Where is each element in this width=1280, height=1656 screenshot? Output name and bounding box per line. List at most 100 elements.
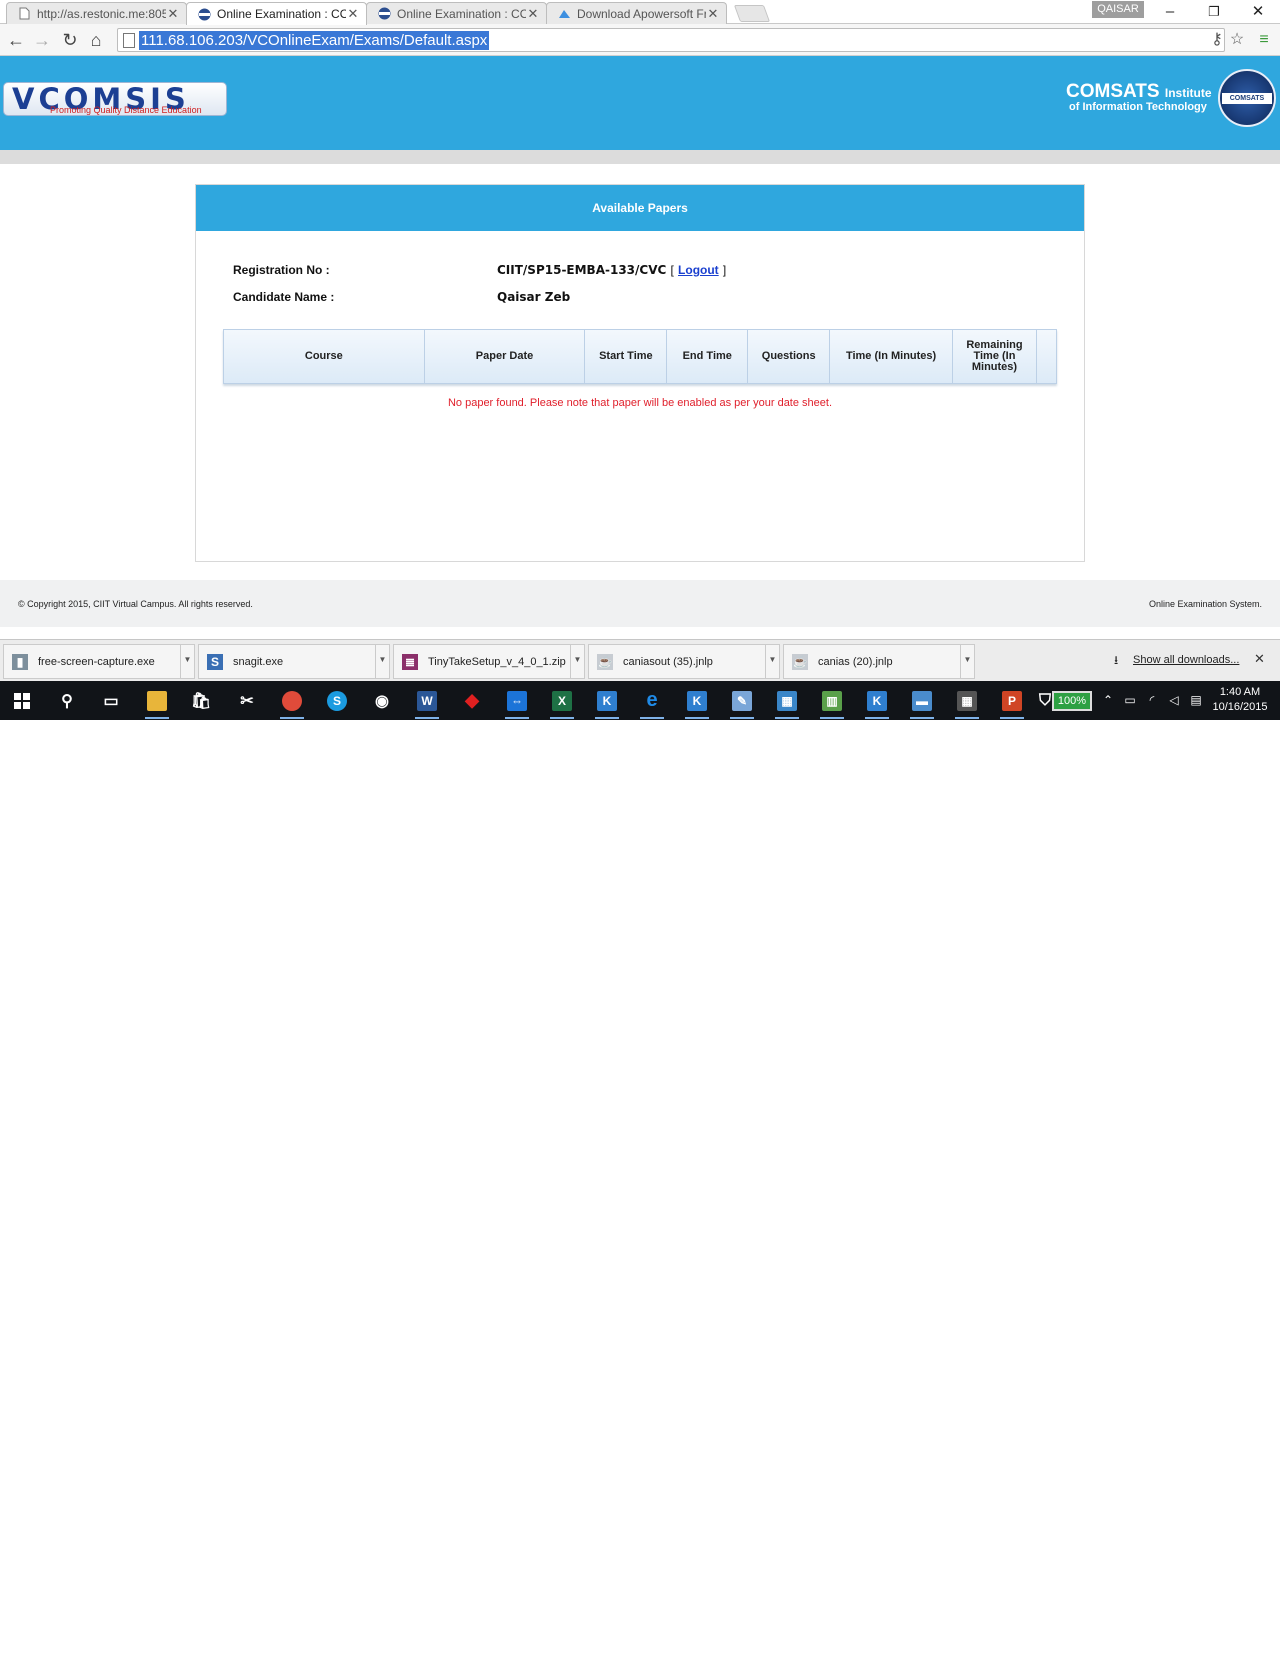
institute-word: Institute <box>1164 86 1212 100</box>
tools-icon[interactable]: ✂ <box>232 686 262 715</box>
download-item[interactable]: ☕ canias (20).jnlp ▼ <box>783 644 975 679</box>
app-k-icon[interactable]: K <box>682 686 712 719</box>
reload-icon[interactable]: ↻ <box>59 29 81 51</box>
download-name: caniasout (35).jnlp <box>623 655 713 668</box>
store-icon[interactable]: 🛍 <box>186 686 216 715</box>
download-item[interactable]: ☕ caniasout (35).jnlp ▼ <box>588 644 780 679</box>
no-paper-message: No paper found. Please note that paper w… <box>447 397 833 409</box>
app-k-icon[interactable]: K <box>592 686 622 719</box>
screen-app-icon[interactable]: ▬ <box>907 686 937 719</box>
table-header-row: Course Paper Date Start Time End Time Qu… <box>223 329 1057 384</box>
chrome-icon[interactable] <box>277 686 307 719</box>
window-close-icon[interactable]: ✕ <box>1236 0 1280 24</box>
excel-icon[interactable]: X <box>547 686 577 719</box>
network-icon[interactable]: ▭ <box>1122 691 1138 709</box>
column-start-time: Start Time <box>584 329 668 384</box>
browser-tab-3[interactable]: Online Examination : COM ✕ <box>366 2 547 24</box>
app-k-icon[interactable]: K <box>862 686 892 719</box>
chevron-down-icon[interactable]: ▼ <box>960 645 974 678</box>
chevron-down-icon[interactable]: ▼ <box>765 645 779 678</box>
chevron-down-icon[interactable]: ▼ <box>180 645 194 678</box>
institute-name: COMSATS Institute <box>1066 81 1212 103</box>
tab-title: Online Examination : COM <box>397 6 526 21</box>
teamviewer-icon[interactable]: ⇔ <box>502 686 532 719</box>
column-course: Course <box>223 329 425 384</box>
download-item[interactable]: ≣ TinyTakeSetup_v_4_0_1.zip ▼ <box>393 644 585 679</box>
url-text[interactable]: 111.68.106.203/VCOnlineExam/Exams/Defaul… <box>139 31 490 50</box>
calculator-icon[interactable]: ▦ <box>952 686 982 719</box>
word-icon[interactable]: W <box>412 686 442 719</box>
vcomsis-logo[interactable]: VCOMSIS Promoting Quality Distance Educa… <box>3 82 227 116</box>
clock-time: 1:40 AM <box>1219 686 1261 698</box>
institute-subtitle: of Information Technology <box>1069 101 1207 113</box>
column-spacer <box>1036 330 1056 384</box>
header-divider <box>0 150 1280 164</box>
minimize-icon[interactable]: – <box>1148 0 1192 24</box>
chevron-up-icon[interactable]: ⌃ <box>1100 691 1116 709</box>
registration-value-line: CIIT/SP15-EMBA-133/CVC [ Logout ] <box>497 263 726 277</box>
browser-tab-1[interactable]: http://as.restonic.me:8050 ✕ <box>6 2 187 24</box>
clock[interactable]: 1:40 AM 10/16/2015 <box>1208 685 1272 715</box>
skype-icon[interactable]: S <box>322 686 352 715</box>
screen: http://as.restonic.me:8050 ✕ Online Exam… <box>0 0 1280 720</box>
profile-button[interactable]: QAISAR <box>1092 1 1144 18</box>
new-tab-button[interactable] <box>733 5 771 22</box>
close-icon[interactable]: ✕ <box>166 6 180 22</box>
search-icon[interactable]: ⚲ <box>52 686 82 715</box>
close-icon[interactable]: ✕ <box>706 6 720 22</box>
download-item[interactable]: ▮ free-screen-capture.exe ▼ <box>3 644 195 679</box>
back-arrow-icon[interactable]: ← <box>5 29 27 51</box>
wifi-icon[interactable]: ◜ <box>1144 691 1160 709</box>
browser-tab-2[interactable]: Online Examination : COM ✕ <box>186 2 367 25</box>
download-name: free-screen-capture.exe <box>38 655 155 668</box>
globe-icon <box>377 7 391 21</box>
column-paper-date: Paper Date <box>424 329 586 384</box>
key-icon[interactable]: ⚷ <box>1206 29 1228 51</box>
close-icon[interactable]: ✕ <box>526 6 540 22</box>
home-icon[interactable]: ⌂ <box>85 29 107 51</box>
logout-link[interactable]: Logout <box>678 263 719 277</box>
download-item[interactable]: S snagit.exe ▼ <box>198 644 390 679</box>
edge-icon[interactable]: e <box>637 686 667 719</box>
available-papers-panel: Available Papers Registration No : CIIT/… <box>195 184 1085 562</box>
windows-start-icon[interactable] <box>7 686 37 715</box>
jnlp-file-icon: ☕ <box>792 653 808 670</box>
chevron-down-icon[interactable]: ▼ <box>375 645 389 678</box>
bookmark-star-icon[interactable]: ☆ <box>1226 29 1248 51</box>
menu-icon[interactable]: ≡ <box>1253 29 1275 51</box>
note-icon[interactable]: ✎ <box>727 686 757 719</box>
show-all-downloads-link[interactable]: Show all downloads... <box>1133 654 1239 666</box>
seal-text: COMSATS <box>1222 93 1272 104</box>
page-info-icon[interactable] <box>123 33 135 48</box>
volume-icon[interactable]: ◁ <box>1166 691 1182 709</box>
bracket-close: ] <box>722 263 727 277</box>
task-view-icon[interactable]: ▭ <box>96 686 126 715</box>
comsats-seal-icon: COMSATS <box>1218 69 1276 127</box>
close-icon[interactable]: ✕ <box>346 6 360 22</box>
close-icon[interactable]: ✕ <box>1254 651 1265 667</box>
photos-icon[interactable]: ▦ <box>772 686 802 719</box>
apowersoft-icon <box>557 7 571 21</box>
column-end-time: End Time <box>666 329 749 384</box>
chart-app-icon[interactable]: ▥ <box>817 686 847 719</box>
red-diamond-icon[interactable]: ◆ <box>457 686 487 715</box>
site-footer: © Copyright 2015, CIIT Virtual Campus. A… <box>0 580 1280 627</box>
browser-tab-4[interactable]: Download Apowersoft Fre ✕ <box>546 2 727 24</box>
logo-tagline: Promoting Quality Distance Education <box>50 105 202 115</box>
powerpoint-icon[interactable]: P <box>997 686 1027 719</box>
chevron-down-icon[interactable]: ▼ <box>570 645 584 678</box>
panel-title: Available Papers <box>196 185 1084 231</box>
battery-indicator[interactable]: 100% <box>1052 691 1092 711</box>
institute-name-main: COMSATS <box>1066 81 1160 102</box>
forward-arrow-icon[interactable]: → <box>31 29 53 51</box>
jnlp-file-icon: ☕ <box>597 653 613 670</box>
papers-table: Course Paper Date Start Time End Time Qu… <box>223 329 1057 384</box>
file-explorer-icon[interactable] <box>142 686 172 719</box>
browser-tab-strip: http://as.restonic.me:8050 ✕ Online Exam… <box>0 0 1280 25</box>
notification-icon[interactable]: ▤ <box>1188 691 1204 709</box>
column-questions: Questions <box>747 329 831 384</box>
copyright-text: © Copyright 2015, CIIT Virtual Campus. A… <box>18 599 253 609</box>
address-bar[interactable]: 111.68.106.203/VCOnlineExam/Exams/Defaul… <box>117 28 1225 52</box>
restore-icon[interactable]: ❐ <box>1192 0 1236 24</box>
media-icon[interactable]: ◉ <box>367 686 397 715</box>
